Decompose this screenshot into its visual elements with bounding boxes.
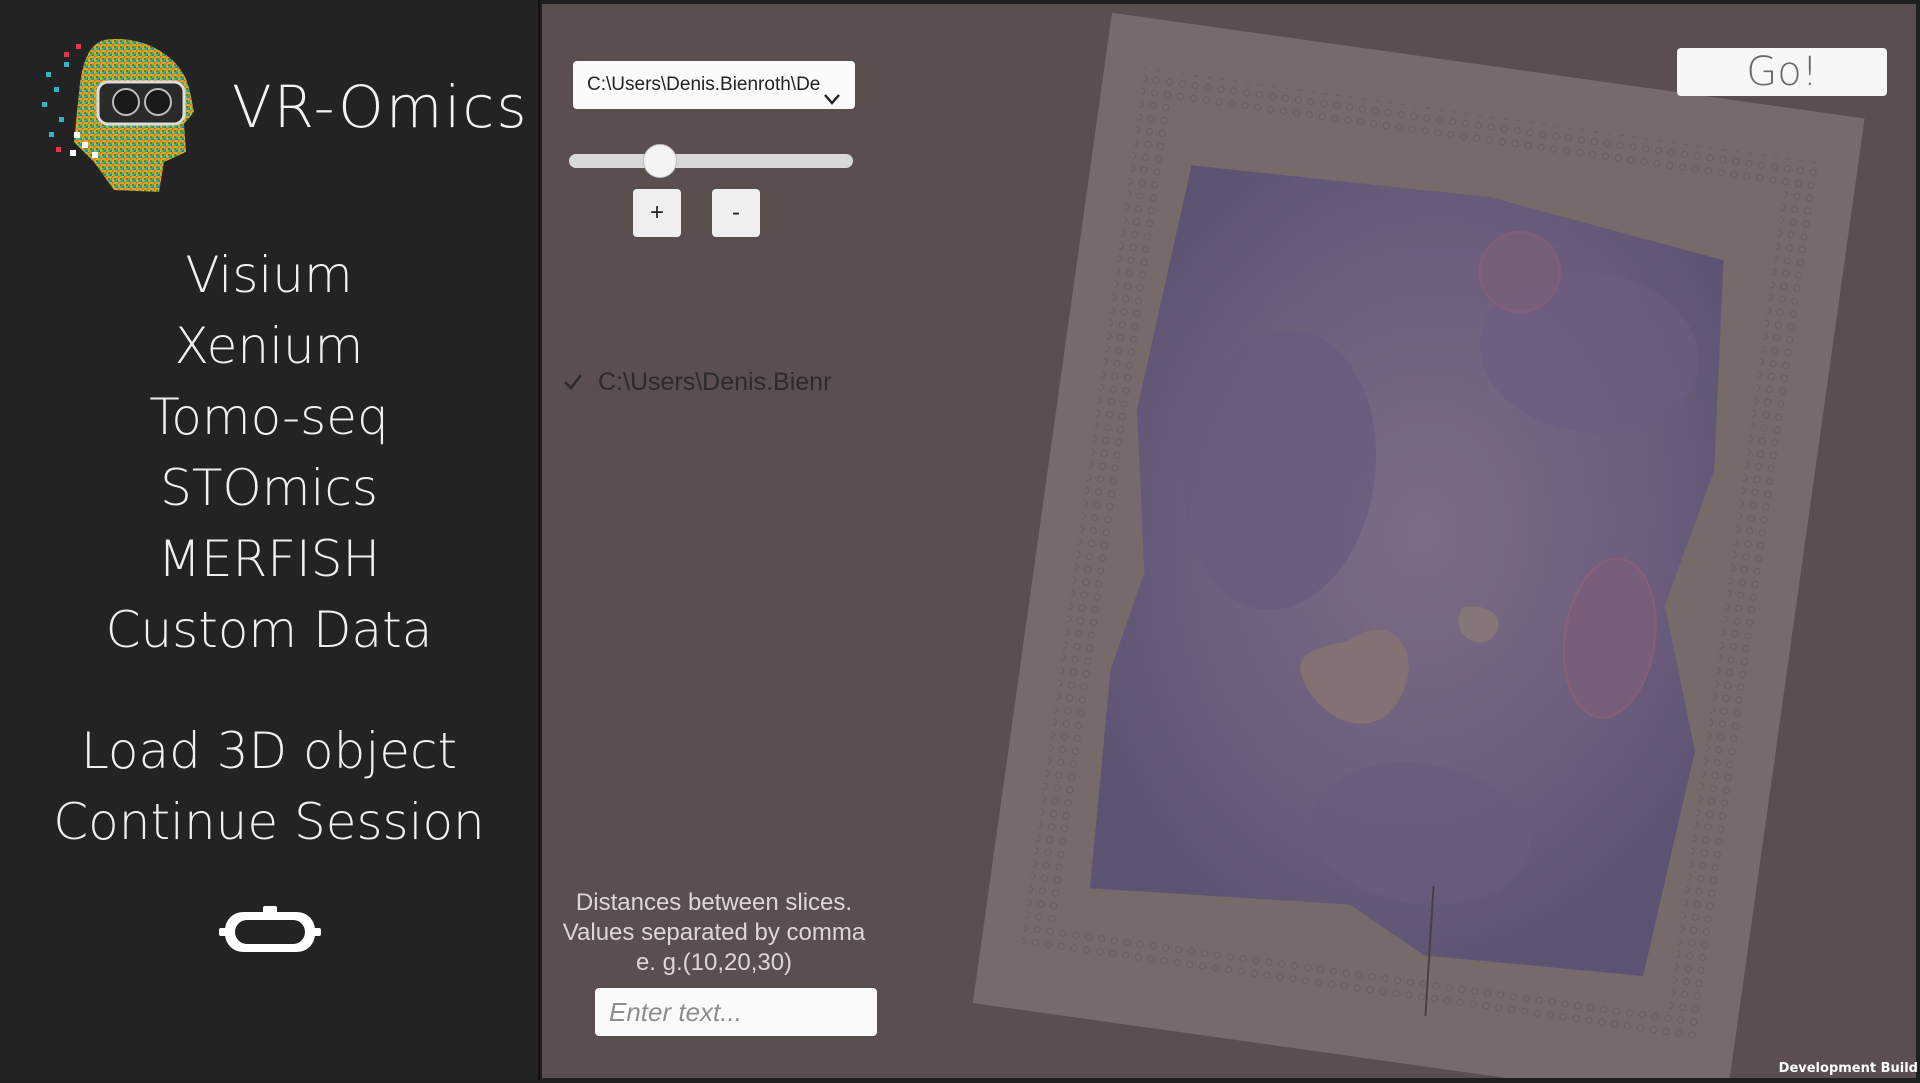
menu-xenium[interactable]: Xenium	[0, 315, 538, 377]
menu-stomics[interactable]: STOmics	[0, 457, 538, 519]
distances-label-line1: Distances between slices.	[575, 889, 853, 916]
slider-handle[interactable]	[642, 144, 677, 178]
slider[interactable]	[569, 144, 853, 178]
main-panel: C:\Users\Denis.Bienroth\De + - C:\Users\…	[542, 4, 1916, 1083]
menu-tomo-seq[interactable]: Tomo-seq	[0, 386, 538, 448]
minus-button[interactable]: -	[712, 189, 760, 237]
checkmark-icon	[562, 371, 584, 393]
vr-headset-icon[interactable]	[217, 902, 323, 962]
development-build-label: Development Build	[1778, 1061, 1918, 1076]
go-button[interactable]: Go!	[1677, 48, 1887, 96]
plus-button[interactable]: +	[633, 189, 681, 237]
path-dropdown-value: C:\Users\Denis.Bienroth\De	[587, 74, 821, 95]
menu-merfish[interactable]: MERFISH	[0, 528, 538, 590]
app-title: VR-Omics	[232, 73, 529, 141]
file-toggle-label: C:\Users\Denis.Bienr	[598, 368, 832, 396]
tissue-slice-image	[842, 4, 1912, 1083]
distances-label-line3: e. g.(10,20,30)	[635, 949, 793, 976]
menu-load-3d-object[interactable]: Load 3D object	[0, 720, 538, 782]
path-dropdown[interactable]: C:\Users\Denis.Bienroth\De	[573, 61, 855, 109]
chevron-down-icon	[823, 77, 841, 105]
distances-label-line2: Values separated by comma	[562, 919, 866, 946]
sidebar: VR-Omics Visium Xenium Tomo-seq STOmics …	[0, 0, 540, 1080]
vr-omics-logo	[34, 32, 204, 202]
menu-continue-session[interactable]: Continue Session	[0, 791, 538, 853]
menu-custom-data[interactable]: Custom Data	[0, 599, 538, 661]
distances-input[interactable]	[595, 988, 877, 1036]
menu-visium[interactable]: Visium	[0, 244, 538, 306]
distances-label: Distances between slices. Values separat…	[546, 888, 882, 978]
